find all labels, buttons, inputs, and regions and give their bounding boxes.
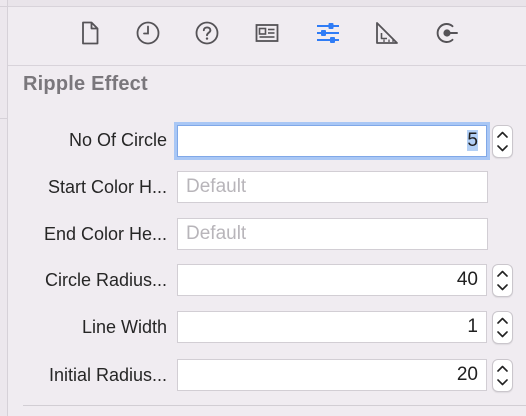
stepper-up-icon[interactable] bbox=[493, 313, 512, 328]
start-color-field[interactable] bbox=[177, 171, 488, 203]
section-title: Ripple Effect bbox=[23, 73, 148, 95]
no-of-circle-label: No Of Circle bbox=[68, 130, 167, 150]
start-color-label: Start Color H... bbox=[47, 177, 167, 197]
stepper-up-icon[interactable] bbox=[493, 266, 512, 281]
no-of-circle-stepper[interactable] bbox=[492, 125, 513, 158]
connections-inspector-icon[interactable] bbox=[434, 20, 460, 46]
quick-help-icon[interactable] bbox=[194, 20, 220, 46]
stepper-down-icon[interactable] bbox=[493, 327, 512, 342]
history-inspector-icon[interactable] bbox=[135, 20, 161, 46]
circle-radius-field[interactable] bbox=[177, 264, 487, 296]
identity-inspector-icon[interactable] bbox=[254, 20, 280, 46]
stepper-down-icon[interactable] bbox=[493, 375, 512, 390]
end-color-label: End Color He... bbox=[43, 224, 167, 244]
left-panel-edge bbox=[0, 0, 8, 416]
inspector-toolbar bbox=[8, 7, 526, 66]
stepper-down-icon[interactable] bbox=[493, 141, 512, 156]
section-divider bbox=[23, 405, 526, 406]
stepper-up-icon[interactable] bbox=[493, 127, 512, 142]
size-inspector-icon[interactable] bbox=[374, 20, 400, 46]
initial-radius-stepper[interactable] bbox=[492, 359, 513, 392]
circle-radius-label: Circle Radius... bbox=[44, 270, 167, 290]
no-of-circle-value: 5 bbox=[467, 130, 478, 151]
no-of-circle-field[interactable]: 5 bbox=[177, 125, 487, 157]
attributes-inspector-icon[interactable] bbox=[315, 20, 341, 46]
circle-radius-stepper[interactable] bbox=[492, 264, 513, 297]
stepper-up-icon[interactable] bbox=[493, 361, 512, 376]
line-width-label: Line Width bbox=[81, 317, 167, 337]
initial-radius-field[interactable] bbox=[177, 359, 487, 391]
left-panel-divider bbox=[0, 118, 7, 119]
line-width-field[interactable] bbox=[177, 311, 487, 343]
initial-radius-label: Initial Radius... bbox=[48, 365, 167, 385]
file-inspector-icon[interactable] bbox=[77, 20, 103, 46]
left-panel-divider bbox=[0, 6, 7, 7]
end-color-field[interactable] bbox=[177, 218, 488, 250]
line-width-stepper[interactable] bbox=[492, 311, 513, 344]
stepper-down-icon[interactable] bbox=[493, 280, 512, 295]
inspector-top-edge bbox=[8, 0, 526, 7]
